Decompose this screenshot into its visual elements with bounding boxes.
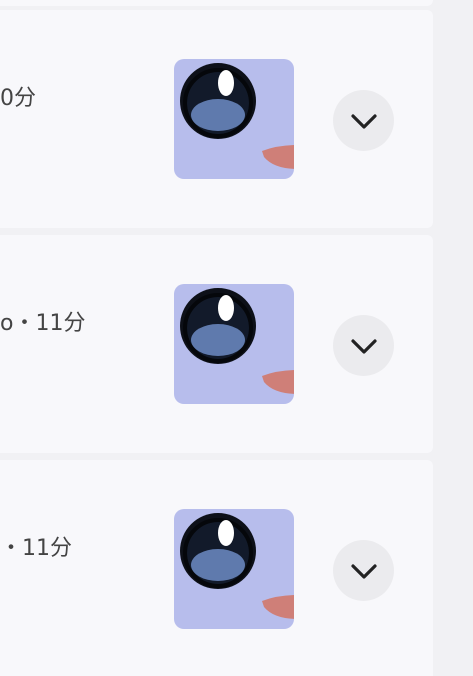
anime-eye-icon [180, 288, 294, 394]
list-item[interactable]: 0分 [0, 10, 433, 228]
list-item[interactable]: ・11分 [0, 460, 433, 676]
thumbnail[interactable] [174, 59, 294, 179]
expand-button[interactable] [333, 540, 394, 601]
item-meta-text: 0分 [0, 86, 36, 111]
item-meta-text: ・11分 [0, 536, 72, 561]
chevron-down-icon [350, 563, 377, 579]
anime-eye-icon [180, 513, 294, 619]
list-item-partial [0, 0, 433, 6]
anime-eye-icon [180, 63, 294, 169]
thumbnail[interactable] [174, 509, 294, 629]
item-meta-text: o・11分 [0, 311, 86, 336]
chevron-down-icon [350, 113, 377, 129]
list-viewport: 0分 o・11分 ・11分 [0, 0, 473, 676]
expand-button[interactable] [333, 90, 394, 151]
list-item[interactable]: o・11分 [0, 235, 433, 453]
thumbnail[interactable] [174, 284, 294, 404]
chevron-down-icon [350, 338, 377, 354]
expand-button[interactable] [333, 315, 394, 376]
